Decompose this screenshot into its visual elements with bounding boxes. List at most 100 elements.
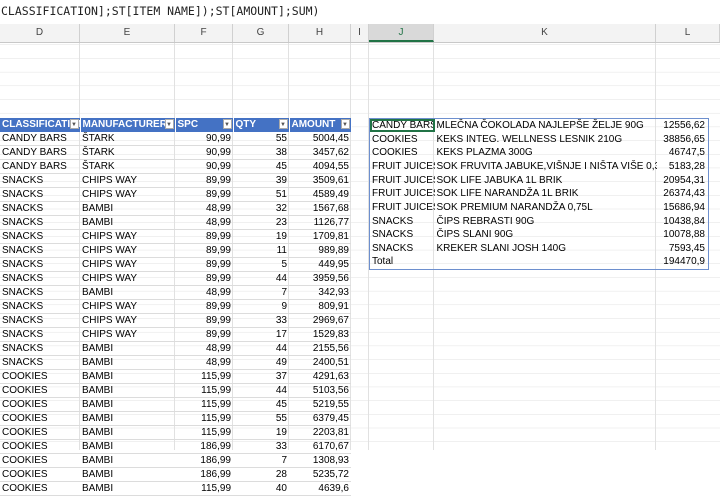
table-cell[interactable]: 7 [233,453,289,468]
table-cell[interactable]: 5235,72 [289,467,351,482]
summary-cell[interactable]: SOK PREMIUM NARANDŽA 0,75L [435,201,657,215]
table-cell[interactable]: 89,99 [175,257,233,272]
filter-dropdown-icon[interactable]: ▼ [278,119,288,129]
table-cell[interactable]: 55 [233,411,289,426]
table-cell[interactable]: SNACKS [0,271,80,286]
table-cell[interactable]: 2155,56 [289,341,351,356]
table-cell[interactable]: CHIPS WAY [80,313,175,328]
summary-cell[interactable]: 20954,31 [657,173,709,187]
table-cell[interactable]: 33 [233,313,289,328]
summary-cell[interactable]: SOK FRUVITA JABUKE,VIŠNJE I NIŠTA VIŠE 0… [435,160,657,174]
sort-filter-icon[interactable]: ▼ [69,119,79,129]
summary-cell[interactable]: 10078,88 [657,228,709,242]
summary-cell[interactable]: 5183,28 [657,160,709,174]
table-cell[interactable]: 115,99 [175,425,233,440]
table-cell[interactable]: BAMBI [80,369,175,384]
table-cell[interactable]: SNACKS [0,215,80,230]
summary-cell[interactable]: COOKIES [370,146,435,160]
table-cell[interactable]: BAMBI [80,215,175,230]
table-cell[interactable]: 6170,67 [289,439,351,454]
table-cell[interactable]: 28 [233,467,289,482]
summary-cell[interactable]: ČIPS SLANI 90G [435,228,657,242]
active-cell[interactable]: CANDY BARS [369,118,435,133]
table-cell[interactable]: SNACKS [0,313,80,328]
table-cell[interactable]: 48,99 [175,341,233,356]
table-cell[interactable]: 2203,81 [289,425,351,440]
table-cell[interactable]: 186,99 [175,439,233,454]
table-cell[interactable]: ŠTARK [80,145,175,160]
table-cell[interactable]: COOKIES [0,383,80,398]
table-cell[interactable]: 55 [233,131,289,146]
table-cell[interactable]: 40 [233,481,289,496]
table-cell[interactable]: 48,99 [175,201,233,216]
summary-cell[interactable]: 15686,94 [657,201,709,215]
table-cell[interactable]: COOKIES [0,467,80,482]
column-header-h[interactable]: H [289,24,351,42]
table-cell[interactable]: 44 [233,271,289,286]
table-cell[interactable]: 1567,68 [289,201,351,216]
table-cell[interactable]: COOKIES [0,411,80,426]
table-cell[interactable]: 4291,63 [289,369,351,384]
table-cell[interactable]: BAMBI [80,411,175,426]
table-cell[interactable]: 5 [233,257,289,272]
table-cell[interactable]: SNACKS [0,355,80,370]
table-cell[interactable]: BAMBI [80,481,175,496]
summary-cell[interactable]: FRUIT JUICES [370,187,435,201]
table-cell[interactable]: 989,89 [289,243,351,258]
table-cell[interactable]: 90,99 [175,145,233,160]
summary-cell[interactable] [435,255,657,269]
table-cell[interactable]: SNACKS [0,173,80,188]
table-cell[interactable]: BAMBI [80,201,175,216]
column-header-f[interactable]: F [175,24,233,42]
table-cell[interactable]: 4094,55 [289,159,351,174]
table-cell[interactable]: 3457,62 [289,145,351,160]
table-cell[interactable]: 1308,93 [289,453,351,468]
table-cell[interactable]: BAMBI [80,355,175,370]
summary-cell[interactable]: FRUIT JUICES [370,201,435,215]
summary-cell[interactable]: 7593,45 [657,242,709,256]
table-cell[interactable]: 342,93 [289,285,351,300]
summary-cell[interactable]: 26374,43 [657,187,709,201]
summary-cell[interactable]: SNACKS [370,242,435,256]
table-cell[interactable]: 6379,45 [289,411,351,426]
table-cell[interactable]: 48,99 [175,215,233,230]
table-cell[interactable]: 89,99 [175,243,233,258]
table-cell[interactable]: 186,99 [175,453,233,468]
table-cell[interactable]: CHIPS WAY [80,229,175,244]
table-cell[interactable]: 5219,55 [289,397,351,412]
table-cell[interactable]: 19 [233,425,289,440]
summary-cell[interactable]: SNACKS [370,228,435,242]
table-cell[interactable]: BAMBI [80,425,175,440]
summary-cell[interactable]: COOKIES [370,132,435,146]
table-cell[interactable]: 4639,6 [289,481,351,496]
table-cell[interactable]: 1529,83 [289,327,351,342]
table-cell[interactable]: 49 [233,355,289,370]
table-cell[interactable]: 45 [233,397,289,412]
table-cell[interactable]: CANDY BARS [0,131,80,146]
table-cell[interactable]: 89,99 [175,187,233,202]
summary-cell[interactable]: SNACKS [370,214,435,228]
table-cell[interactable]: 2400,51 [289,355,351,370]
table-cell[interactable]: 89,99 [175,173,233,188]
table-cell[interactable]: 115,99 [175,397,233,412]
table-cell[interactable]: CHIPS WAY [80,299,175,314]
table-cell[interactable]: 39 [233,173,289,188]
table-cell[interactable]: BAMBI [80,383,175,398]
table-cell[interactable]: 44 [233,383,289,398]
summary-cell[interactable]: 38856,65 [657,132,709,146]
summary-cell[interactable]: FRUIT JUICES [370,173,435,187]
table-cell[interactable]: 89,99 [175,313,233,328]
formula-bar[interactable]: CLASSIFICATION];ST[ITEM NAME]);ST[AMOUNT… [0,0,720,25]
table-cell[interactable]: 33 [233,439,289,454]
summary-cell[interactable]: MLEČNA ČOKOLADA NAJLEPŠE ŽELJE 90G [435,119,657,133]
table-cell[interactable]: 2969,67 [289,313,351,328]
table-cell[interactable]: 809,91 [289,299,351,314]
table-cell[interactable]: 23 [233,215,289,230]
column-header-l[interactable]: L [656,24,720,42]
table-cell[interactable]: 5004,45 [289,131,351,146]
column-header-g[interactable]: G [233,24,289,42]
table-cell[interactable]: BAMBI [80,341,175,356]
table-cell[interactable]: 115,99 [175,369,233,384]
table-cell[interactable]: SNACKS [0,229,80,244]
table-cell[interactable]: SNACKS [0,299,80,314]
